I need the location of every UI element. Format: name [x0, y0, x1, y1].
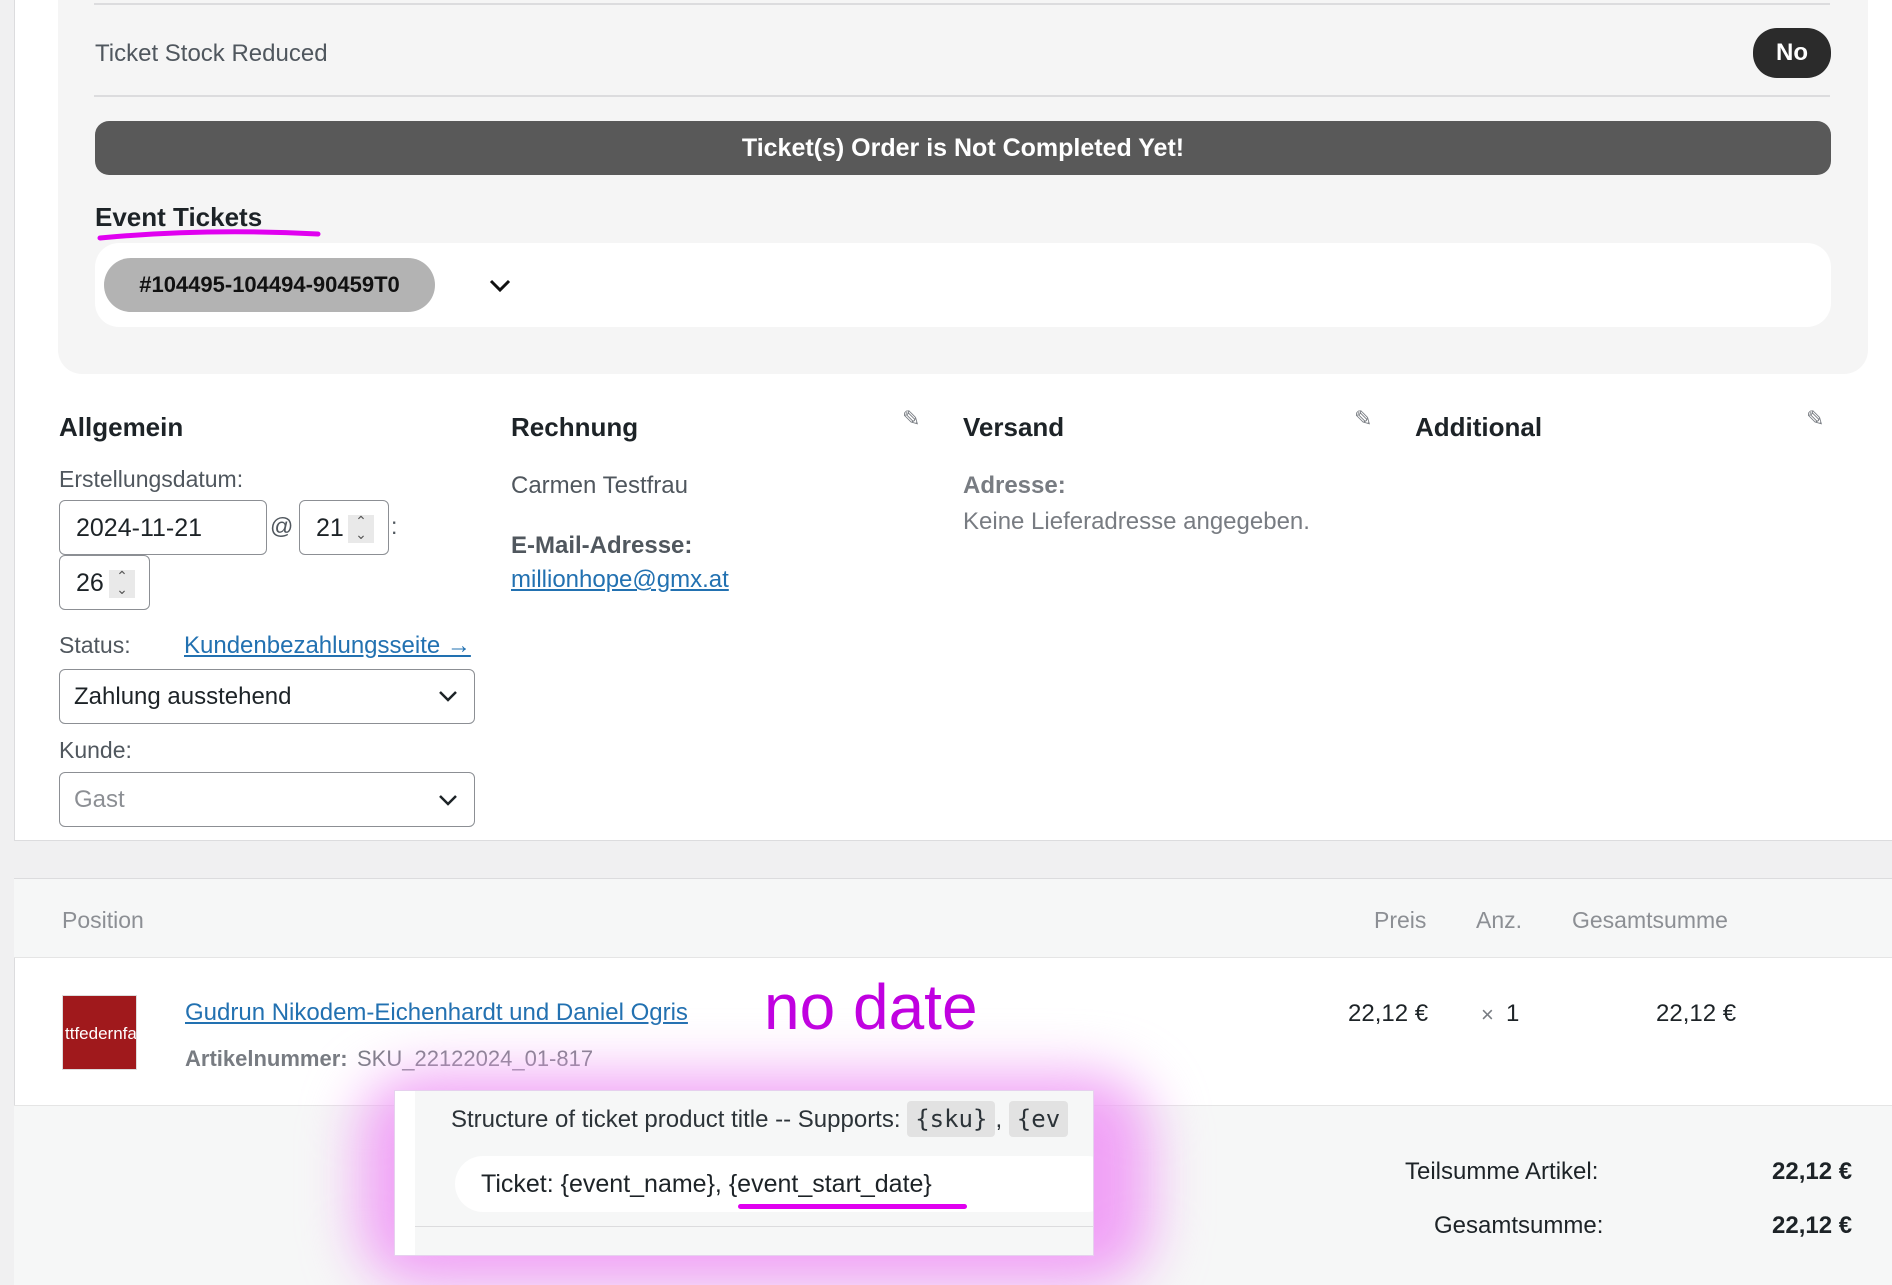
qty-multiply: × [1481, 1002, 1494, 1027]
chevron-down-icon[interactable] [437, 688, 459, 704]
product-thumbnail: ttfedernfab [63, 996, 136, 1069]
subtotal-value: 22,12 € [1772, 1158, 1853, 1185]
billing-name: Carmen Testfrau [511, 472, 688, 499]
billing-email-link[interactable]: millionhope@gmx.at [511, 566, 729, 594]
product-name-link[interactable]: Gudrun Nikodem-Eichenhardt und Daniel Og… [185, 999, 688, 1027]
status-label: Status: [59, 632, 131, 658]
at-sign: @ [270, 513, 294, 539]
chevron-down-icon[interactable] [488, 278, 512, 294]
sku-label: Artikelnummer: [185, 1046, 348, 1071]
email-label: E-Mail-Adresse: [511, 532, 693, 559]
ticket-stock-badge: No [1753, 28, 1831, 78]
minute-input[interactable]: 26 ⌃ ⌄ [59, 555, 150, 610]
item-qty: 1 [1506, 1000, 1520, 1027]
sku-value: SKU_22122024_01-817 [357, 1046, 594, 1071]
billing-title: Rechnung [511, 412, 639, 442]
popup-title-text: Structure of ticket product title -- Sup… [451, 1106, 901, 1133]
col-position-header: Position [62, 907, 144, 933]
grand-total-value: 22,12 € [1772, 1212, 1853, 1239]
divider [94, 3, 1830, 5]
ticket-title-structure-popup: Structure of ticket product title -- Sup… [395, 1091, 1093, 1255]
general-title: Allgemein [59, 412, 184, 442]
popup-edge [395, 1091, 415, 1255]
creation-date-input[interactable]: 2024-11-21 [59, 500, 267, 555]
item-total: 22,12 € [1656, 1000, 1737, 1027]
divider [94, 95, 1830, 97]
minute-spinner-icon[interactable]: ⌃ ⌄ [109, 569, 135, 598]
edit-pencil-icon[interactable]: ✎ [1806, 406, 1824, 432]
additional-title: Additional [1415, 412, 1543, 442]
col-qty-header: Anz. [1476, 907, 1523, 933]
col-price-header: Preis [1374, 907, 1427, 933]
edit-pencil-icon[interactable]: ✎ [1354, 406, 1372, 432]
customer-select[interactable]: Gast [59, 772, 475, 827]
tag-sku: {sku} [907, 1101, 996, 1137]
status-value: Zahlung ausstehend [74, 683, 292, 710]
hour-value: 21 [316, 514, 344, 542]
customer-value: Gast [74, 786, 125, 813]
edit-pencil-icon[interactable]: ✎ [902, 406, 920, 432]
address-label: Adresse: [963, 472, 1066, 499]
hour-spinner-icon[interactable]: ⌃ ⌄ [348, 514, 374, 543]
annotation-underline-event-start-date [738, 1204, 967, 1209]
grand-total-label: Gesamtsumme: [1434, 1212, 1604, 1239]
time-colon: : [391, 513, 398, 539]
creation-date-label: Erstellungsdatum: [59, 466, 244, 492]
subtotal-label: Teilsumme Artikel: [1405, 1158, 1599, 1185]
customer-payment-page-link[interactable]: Kundenbezahlungsseite → [184, 632, 471, 660]
address-value: Keine Lieferadresse angegeben. [963, 508, 1310, 535]
ticket-stock-label: Ticket Stock Reduced [95, 40, 328, 67]
item-price: 22,12 € [1348, 1000, 1429, 1027]
shipping-title: Versand [963, 412, 1065, 442]
popup-divider [415, 1226, 1093, 1227]
product-thumbnail-text: ttfedernfab [65, 1024, 136, 1043]
popup-title: Structure of ticket product title -- Sup… [451, 1101, 1069, 1137]
ticket-id-chip[interactable]: #104495-104494-90459T0 [104, 258, 435, 312]
annotation-no-date: no date [764, 971, 978, 1043]
annotation-underline [97, 229, 321, 241]
status-select[interactable]: Zahlung ausstehend [59, 669, 475, 724]
col-total-header: Gesamtsumme [1572, 907, 1728, 933]
hour-input[interactable]: 21 ⌃ ⌄ [299, 500, 389, 555]
tag-event-partial: {ev [1008, 1101, 1069, 1137]
minute-value: 26 [76, 569, 104, 597]
tag-separator: , [995, 1106, 1003, 1133]
customer-label: Kunde: [59, 737, 132, 763]
order-not-completed-banner: Ticket(s) Order is Not Completed Yet! [95, 121, 1831, 175]
chevron-down-icon[interactable] [437, 792, 459, 808]
